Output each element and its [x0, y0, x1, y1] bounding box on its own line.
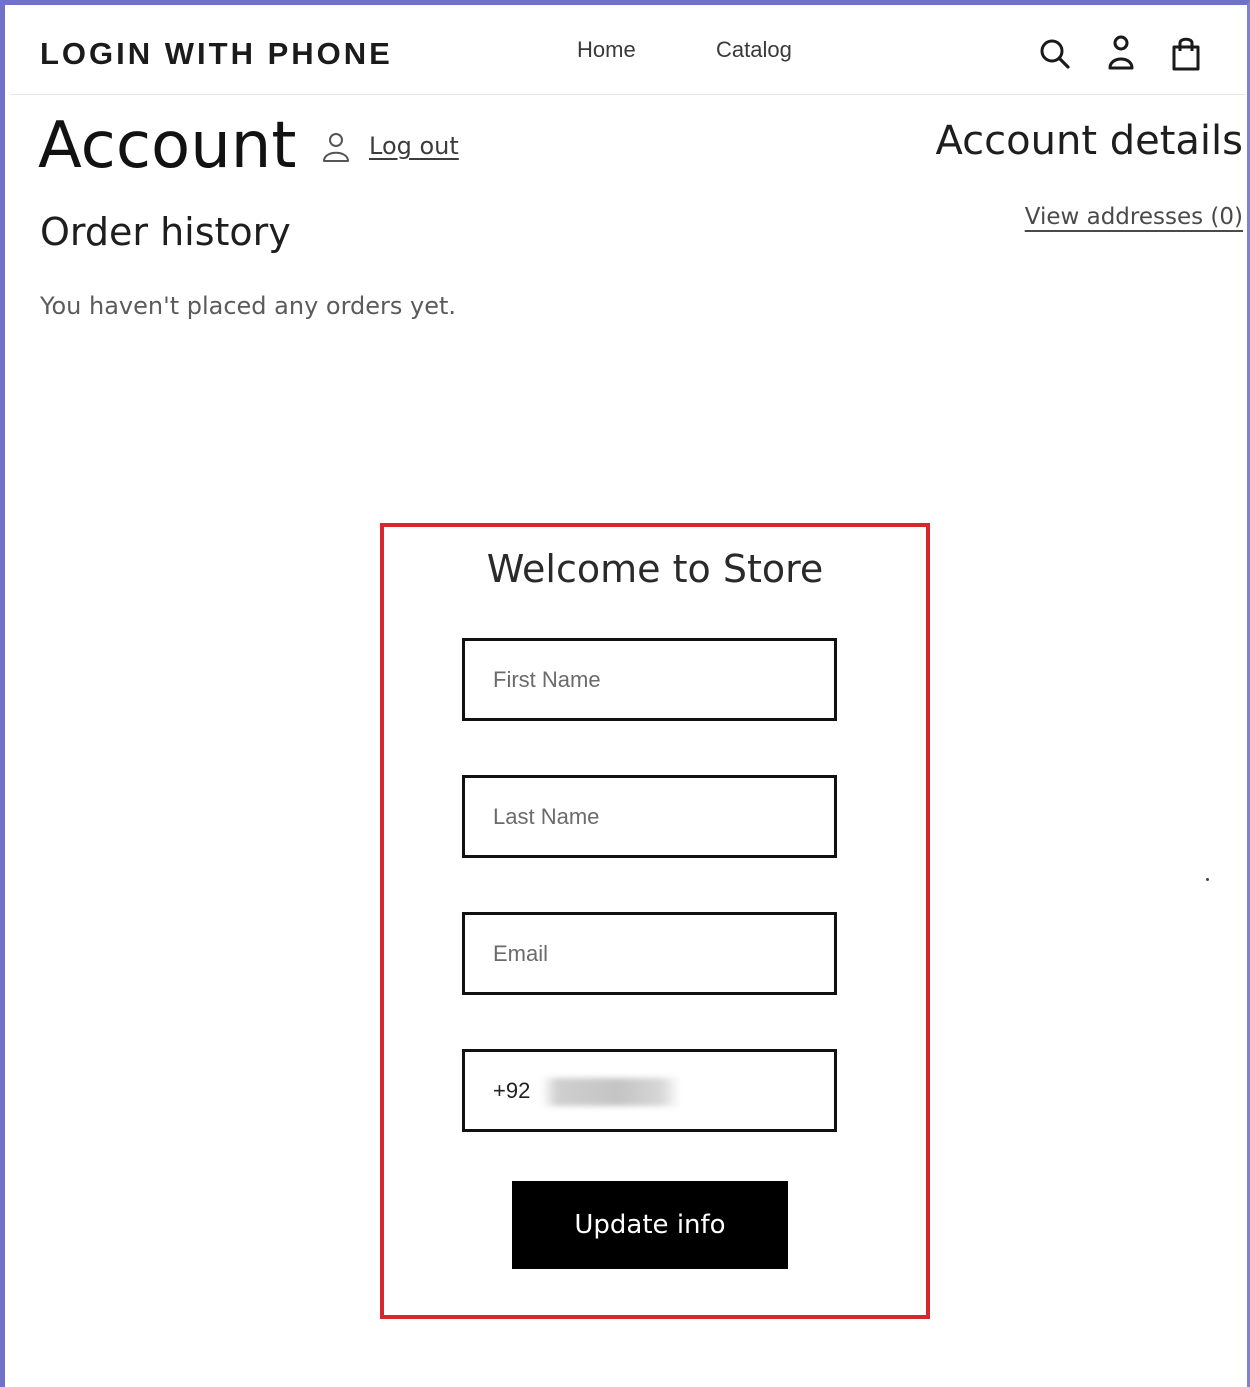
last-name-input[interactable] — [465, 778, 834, 855]
page: LOGIN WITH PHONE Home Catalog Account Lo… — [10, 8, 1246, 1387]
last-name-field-box — [462, 775, 837, 858]
nav-home-link[interactable]: Home — [577, 37, 636, 63]
site-brand[interactable]: LOGIN WITH PHONE — [40, 36, 393, 72]
form-title: Welcome to Store — [486, 547, 824, 591]
search-icon[interactable] — [1038, 34, 1074, 74]
account-icon[interactable] — [1103, 34, 1139, 74]
nav-catalog-link[interactable]: Catalog — [716, 37, 792, 63]
account-details-heading: Account details — [935, 118, 1243, 164]
cart-icon[interactable] — [1168, 34, 1204, 74]
logout-link[interactable]: Log out — [369, 132, 459, 160]
email-field-box — [462, 912, 837, 995]
user-icon — [321, 132, 351, 164]
stray-dot — [1206, 878, 1209, 881]
site-header: LOGIN WITH PHONE Home Catalog — [10, 8, 1246, 95]
update-info-button[interactable]: Update info — [512, 1181, 788, 1269]
first-name-input[interactable] — [465, 641, 834, 718]
page-title: Account — [38, 109, 297, 183]
phone-field-box — [462, 1049, 837, 1132]
phone-input[interactable] — [465, 1052, 834, 1129]
first-name-field-box — [462, 638, 837, 721]
email-input[interactable] — [465, 915, 834, 992]
empty-orders-message: You haven't placed any orders yet. — [40, 292, 457, 320]
view-addresses-link[interactable]: View addresses (0) — [1025, 204, 1243, 230]
update-info-form: Welcome to Store Update info — [380, 523, 930, 1319]
order-history-heading: Order history — [40, 210, 291, 254]
